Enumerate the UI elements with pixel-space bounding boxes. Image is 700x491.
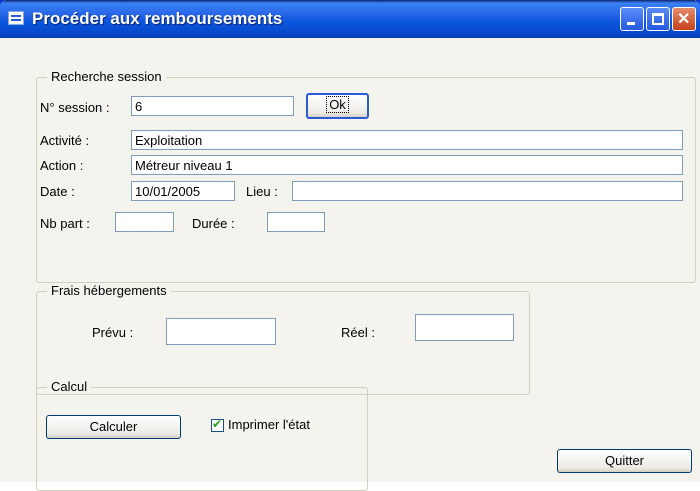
calcul-legend: Calcul <box>47 379 92 394</box>
calcul-group: Calcul <box>36 379 368 491</box>
action-field[interactable]: Métreur niveau 1 <box>131 155 683 175</box>
ok-button-label: Ok <box>326 96 349 113</box>
imprimer-checkbox[interactable] <box>211 417 224 432</box>
prevu-label: Prévu : <box>92 325 134 340</box>
duree-label: Durée : <box>192 216 235 231</box>
lieu-label: Lieu : <box>246 184 278 199</box>
quitter-button[interactable]: Quitter <box>557 449 692 473</box>
action-label: Action : <box>40 158 84 173</box>
duree-field[interactable] <box>267 212 325 232</box>
activite-label: Activité : <box>40 133 90 148</box>
reel-label: Réel : <box>341 325 375 340</box>
form-icon[interactable] <box>8 11 24 25</box>
nbpart-field[interactable] <box>115 212 174 232</box>
frais-hebergements-legend: Frais hébergements <box>47 283 171 298</box>
prevu-field[interactable] <box>166 318 276 345</box>
activite-field[interactable]: Exploitation <box>131 130 683 150</box>
calculer-button[interactable]: Calculer <box>46 415 181 439</box>
title-bar[interactable]: Procéder aux remboursements <box>0 0 700 38</box>
recherche-session-legend: Recherche session <box>47 69 166 84</box>
imprimer-label: Imprimer l'état <box>228 417 310 432</box>
close-button[interactable] <box>672 7 696 31</box>
main-window: Procéder aux remboursements Recherche se… <box>0 0 700 491</box>
form-body: Recherche session N° session : 6 Ok Acti… <box>0 38 700 491</box>
ok-button[interactable]: Ok <box>306 93 369 119</box>
frais-hebergements-group: Frais hébergements <box>36 283 530 395</box>
reel-field[interactable] <box>415 314 514 341</box>
maximize-button[interactable] <box>646 7 670 31</box>
session-input[interactable]: 6 <box>131 96 294 116</box>
session-label: N° session : <box>40 100 110 115</box>
window-title: Procéder aux remboursements <box>32 9 283 28</box>
date-label: Date : <box>40 184 75 199</box>
minimize-button[interactable] <box>620 7 644 31</box>
lieu-field[interactable] <box>292 181 683 201</box>
date-field[interactable]: 10/01/2005 <box>131 181 235 201</box>
nbpart-label: Nb part : <box>40 216 90 231</box>
